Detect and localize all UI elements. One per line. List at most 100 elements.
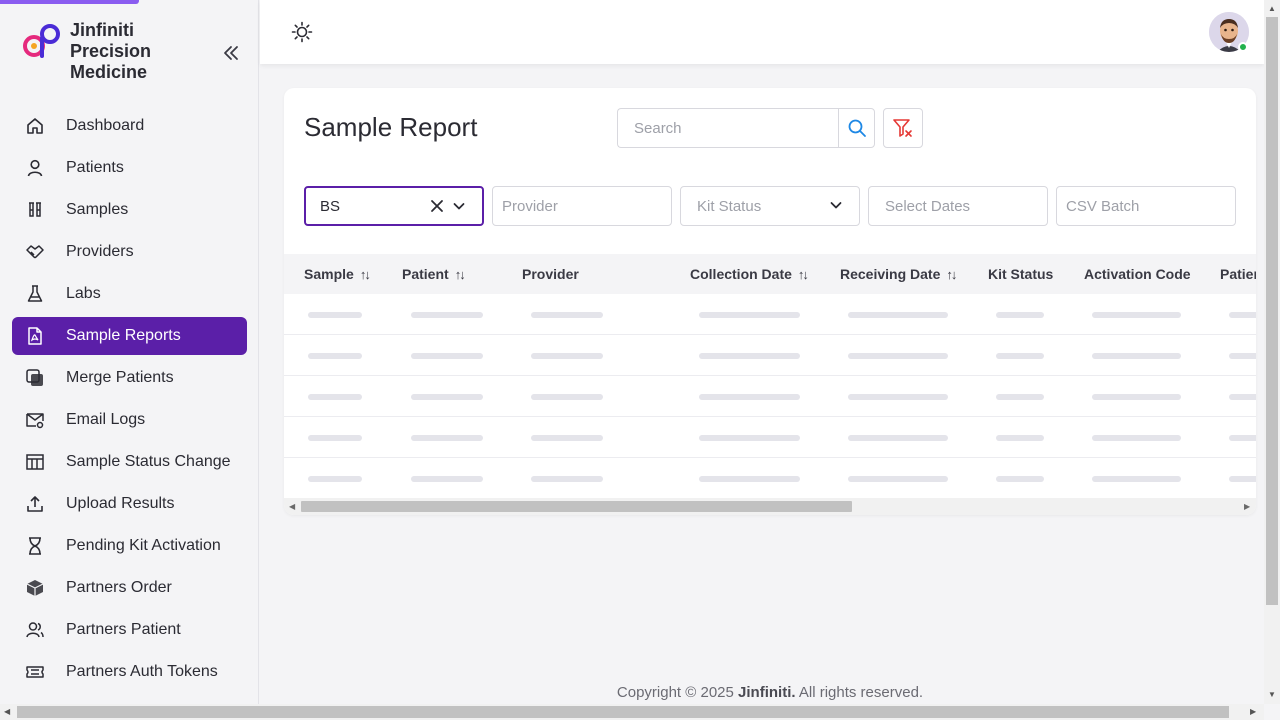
loading-skeleton xyxy=(1092,312,1181,318)
footer-company: Jinfiniti. xyxy=(738,684,796,701)
column-header-provider: Provider xyxy=(522,266,579,282)
handshake-icon xyxy=(24,241,46,263)
merge-icon xyxy=(24,367,46,389)
loading-skeleton xyxy=(699,435,800,441)
loading-skeleton xyxy=(531,435,603,441)
sidebar-item-pending-kit-activation[interactable]: Pending Kit Activation xyxy=(12,527,247,565)
close-icon[interactable] xyxy=(430,199,444,213)
loading-skeleton xyxy=(848,394,948,400)
page-title: Sample Report xyxy=(304,112,478,142)
sidebar-item-label: Sample Reports xyxy=(66,327,181,344)
scroll-down-arrow-icon[interactable]: ▼ xyxy=(1268,690,1276,699)
loading-skeleton xyxy=(411,312,483,318)
loading-skeleton xyxy=(699,353,800,359)
sidebar-item-samples[interactable]: Samples xyxy=(12,191,247,229)
sidebar-nav: Dashboard Patients Samples Providers Lab… xyxy=(12,107,247,695)
column-header-collection-date[interactable]: Collection Date ↑↓ xyxy=(690,254,809,294)
sidebar-item-upload-results[interactable]: Upload Results xyxy=(12,485,247,523)
loading-skeleton xyxy=(996,435,1044,441)
date-range-field[interactable]: Select Dates xyxy=(868,186,1048,226)
chevron-down-icon xyxy=(453,203,465,210)
brand[interactable]: Jinfiniti Precision Medicine xyxy=(20,20,151,82)
scroll-right-arrow-icon[interactable]: ▶ xyxy=(1250,707,1256,716)
ticket-icon xyxy=(24,661,46,683)
scrollbar-thumb[interactable] xyxy=(17,706,1229,718)
dates-placeholder: Select Dates xyxy=(885,197,971,215)
scrollbar-thumb[interactable] xyxy=(301,501,852,512)
sample-report-card: Sample Report BS Provider Kit Status Sel… xyxy=(284,88,1256,515)
table-row xyxy=(284,294,1256,335)
test-tubes-icon xyxy=(24,199,46,221)
collapse-sidebar-icon[interactable] xyxy=(220,42,242,64)
loading-skeleton xyxy=(1092,435,1181,441)
kit-status-select[interactable]: Kit Status xyxy=(680,186,860,226)
pdf-file-icon xyxy=(24,325,46,347)
search-button[interactable] xyxy=(838,108,875,148)
search-input[interactable] xyxy=(617,108,839,148)
sidebar-item-label: Labs xyxy=(66,285,101,302)
loading-skeleton xyxy=(699,394,800,400)
csv-batch-field[interactable]: CSV Batch xyxy=(1056,186,1236,226)
sidebar-item-label: Merge Patients xyxy=(66,369,174,386)
scroll-up-arrow-icon[interactable]: ▲ xyxy=(1268,4,1276,13)
sidebar-item-label: Partners Order xyxy=(66,579,172,596)
sidebar-item-sample-reports[interactable]: Sample Reports xyxy=(12,317,247,355)
loading-skeleton xyxy=(1229,353,1256,359)
clear-filters-button[interactable] xyxy=(883,108,923,148)
provider-placeholder: Provider xyxy=(502,197,558,215)
loading-skeleton xyxy=(531,353,603,359)
column-header-kit-status: Kit Status xyxy=(988,266,1054,282)
table-row xyxy=(284,417,1256,458)
column-header-activation-code: Activation Code xyxy=(1084,266,1191,282)
sidebar-item-partners-order[interactable]: Partners Order xyxy=(12,569,247,607)
brand-logo-icon xyxy=(23,24,60,58)
chevron-down-icon xyxy=(830,202,842,209)
column-header-receiving-date[interactable]: Receiving Date ↑↓ xyxy=(840,254,957,294)
column-header-patient[interactable]: Patient ↑↓ xyxy=(402,254,466,294)
loading-skeleton xyxy=(1229,394,1256,400)
flask-icon xyxy=(24,283,46,305)
sidebar-item-partners-auth-tokens[interactable]: Partners Auth Tokens xyxy=(12,653,247,691)
sidebar-item-partners-patient[interactable]: Partners Patient xyxy=(12,611,247,649)
table-row xyxy=(284,376,1256,417)
loading-skeleton xyxy=(996,476,1044,482)
scroll-left-arrow-icon[interactable]: ◀ xyxy=(289,502,295,511)
sidebar-item-merge-patients[interactable]: Merge Patients xyxy=(12,359,247,397)
footer: Copyright © 2025 Jinfiniti. All rights r… xyxy=(260,684,1280,701)
loading-skeleton xyxy=(411,435,483,441)
sun-icon[interactable] xyxy=(291,21,313,43)
loading-skeleton xyxy=(848,312,948,318)
loading-skeleton xyxy=(411,476,483,482)
loading-skeleton xyxy=(308,353,362,359)
sidebar-item-label: Patients xyxy=(66,159,124,176)
loading-skeleton xyxy=(308,394,362,400)
sidebar-item-patients[interactable]: Patients xyxy=(12,149,247,187)
sidebar-item-labs[interactable]: Labs xyxy=(12,275,247,313)
loading-skeleton xyxy=(1092,353,1181,359)
scroll-right-arrow-icon[interactable]: ▶ xyxy=(1244,502,1250,511)
online-status-dot xyxy=(1238,42,1248,52)
table-horizontal-scrollbar[interactable]: ◀ ▶ xyxy=(284,498,1256,515)
loading-skeleton xyxy=(531,476,603,482)
sidebar-item-sample-status-change[interactable]: Sample Status Change xyxy=(12,443,247,481)
sidebar-item-dashboard[interactable]: Dashboard xyxy=(12,107,247,145)
loading-skeleton xyxy=(1229,476,1256,482)
table-row xyxy=(284,458,1256,499)
csv-batch-placeholder: CSV Batch xyxy=(1066,197,1140,215)
sidebar-item-providers[interactable]: Providers xyxy=(12,233,247,271)
scrollbar-thumb[interactable] xyxy=(1266,17,1278,605)
column-header-sample[interactable]: Sample ↑↓ xyxy=(304,254,371,294)
provider-field[interactable]: Provider xyxy=(492,186,672,226)
sample-select[interactable]: BS xyxy=(304,186,484,226)
page-horizontal-scrollbar[interactable]: ◀ ▶ xyxy=(0,704,1264,720)
sort-icon: ↑↓ xyxy=(359,267,371,282)
loading-skeleton xyxy=(848,435,948,441)
loading-skeleton xyxy=(411,394,483,400)
filter-clear-icon xyxy=(893,119,912,137)
scroll-left-arrow-icon[interactable]: ◀ xyxy=(4,707,10,716)
sidebar-item-email-logs[interactable]: Email Logs xyxy=(12,401,247,439)
loading-skeleton xyxy=(531,394,603,400)
users-icon xyxy=(24,619,46,641)
kit-status-placeholder: Kit Status xyxy=(697,197,762,215)
page-vertical-scrollbar[interactable]: ▲ ▼ xyxy=(1264,0,1280,704)
